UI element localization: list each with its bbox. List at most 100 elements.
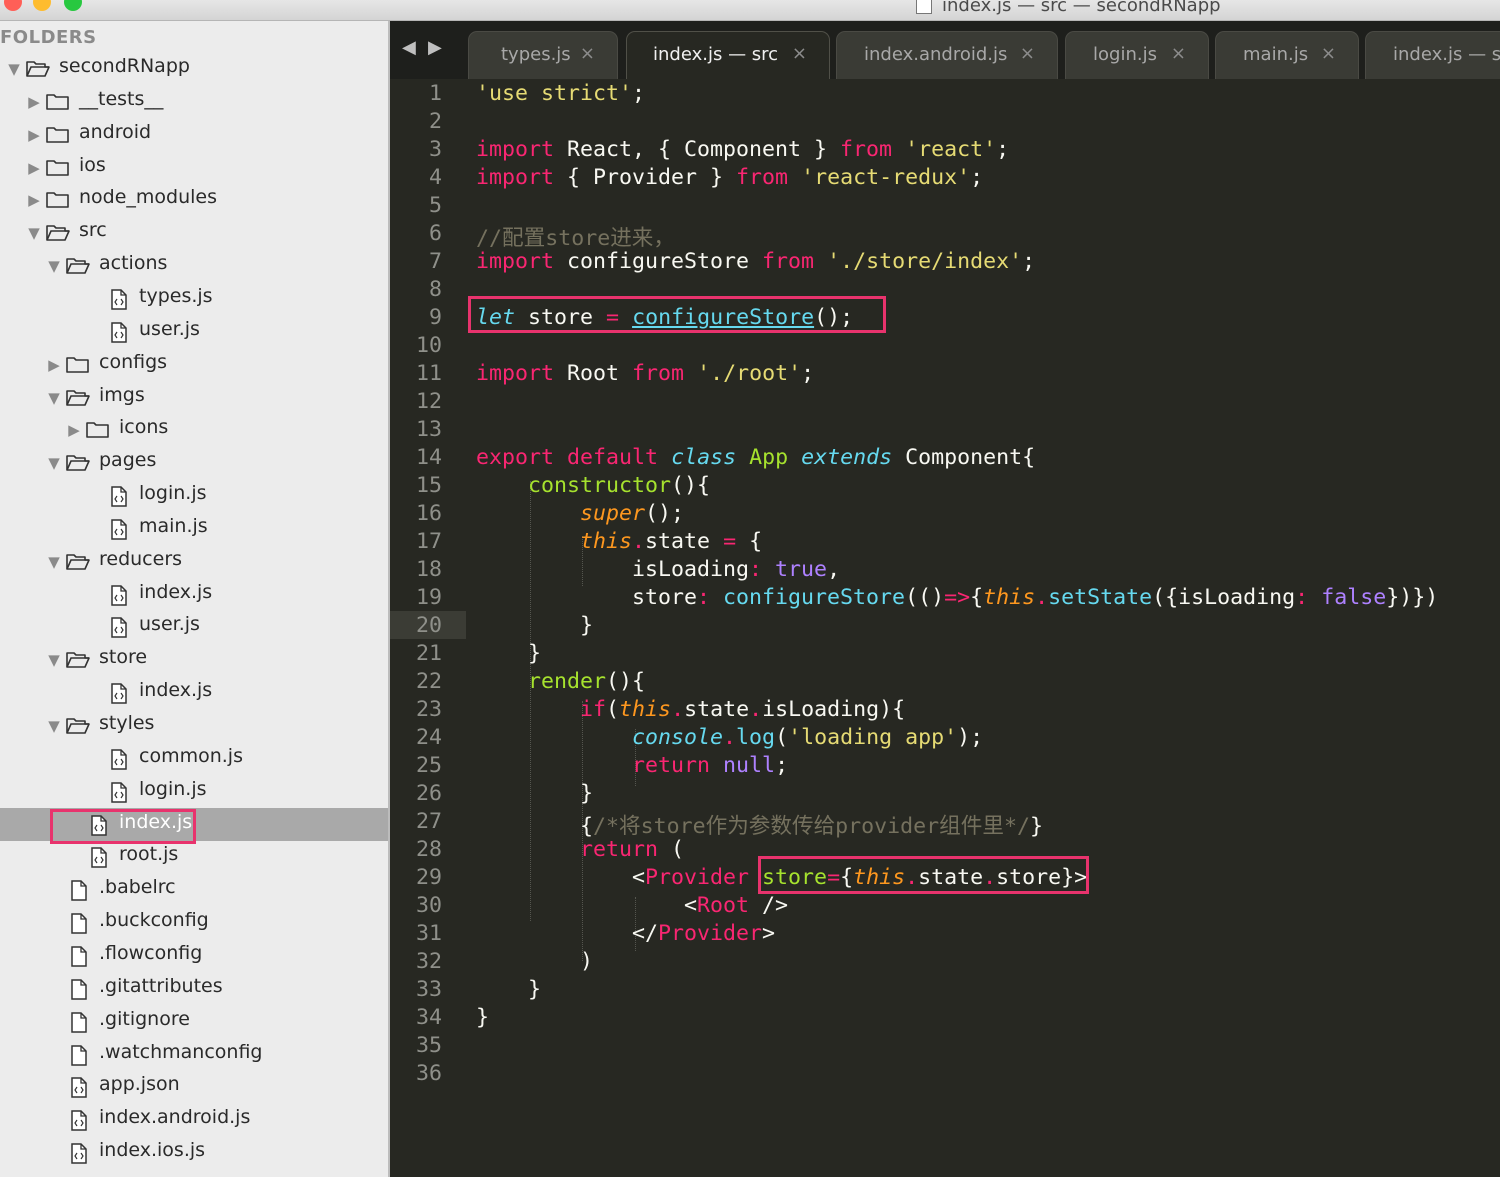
- close-window-button[interactable]: [4, 0, 22, 11]
- tree-file-row[interactable]: common.js: [0, 742, 388, 775]
- tree-folder-row[interactable]: ▼ imgs: [0, 381, 388, 414]
- tree-folder-row[interactable]: ▶ configs: [0, 348, 388, 381]
- code-token: ;: [632, 81, 659, 106]
- tab[interactable]: index.android.js ×: [836, 31, 1058, 79]
- tree-folder-row[interactable]: ▼ actions: [0, 249, 388, 282]
- tab-close-icon[interactable]: ×: [1321, 43, 1336, 64]
- code-file-icon: [111, 289, 127, 310]
- disclosure-closed-icon[interactable]: ▶: [26, 93, 42, 111]
- code-line[interactable]: 'use strict';: [476, 81, 658, 106]
- tree-file-row[interactable]: user.js: [0, 610, 388, 643]
- code-line[interactable]: return (: [476, 837, 684, 862]
- code-line[interactable]: this.state = {: [476, 529, 762, 554]
- zoom-window-button[interactable]: [64, 0, 82, 11]
- tree-folder-row[interactable]: ▼ store: [0, 643, 388, 676]
- tree-file-row[interactable]: .flowconfig: [0, 939, 388, 972]
- tab[interactable]: login.js ×: [1065, 31, 1209, 79]
- tree-file-row[interactable]: root.js: [0, 840, 388, 873]
- tree-file-row[interactable]: index.ios.js: [0, 1136, 388, 1169]
- tab-close-icon[interactable]: ×: [1020, 43, 1035, 64]
- code-line[interactable]: import React, { Component } from 'react'…: [476, 137, 1009, 162]
- tree-file-row[interactable]: user.js: [0, 315, 388, 348]
- disclosure-open-icon[interactable]: ▼: [26, 224, 42, 242]
- disclosure-closed-icon[interactable]: ▶: [26, 191, 42, 209]
- line-number: 25: [415, 753, 442, 778]
- tree-folder-row[interactable]: ▶ android: [0, 118, 388, 151]
- tree-file-row[interactable]: app.json: [0, 1070, 388, 1103]
- tree-file-row[interactable]: login.js: [0, 775, 388, 808]
- disclosure-closed-icon[interactable]: ▶: [46, 356, 62, 374]
- disclosure-open-icon[interactable]: ▼: [6, 60, 22, 78]
- disclosure-open-icon[interactable]: ▼: [46, 553, 62, 571]
- disclosure-open-icon[interactable]: ▼: [46, 717, 62, 735]
- tab-close-icon[interactable]: ×: [580, 43, 595, 64]
- code-line[interactable]: render(){: [476, 669, 645, 694]
- code-line[interactable]: <Root />: [476, 893, 788, 918]
- code-line[interactable]: import { Provider } from 'react-redux';: [476, 165, 983, 190]
- disclosure-closed-icon[interactable]: ▶: [66, 421, 82, 439]
- tab-forward-arrow-icon[interactable]: ▶: [428, 37, 442, 58]
- tree-file-row[interactable]: .gitignore: [0, 1005, 388, 1038]
- tree-folder-row[interactable]: ▼ styles: [0, 709, 388, 742]
- tree-file-row[interactable]: index.android.js: [0, 1103, 388, 1136]
- tree-folder-row[interactable]: ▶ icons: [0, 413, 388, 446]
- tree-folder-row[interactable]: ▼ secondRNapp: [0, 52, 388, 85]
- tab[interactable]: main.js ×: [1215, 31, 1359, 79]
- tree-file-row[interactable]: index.js: [0, 578, 388, 611]
- code-line[interactable]: //配置store进来，: [476, 221, 675, 252]
- code-line[interactable]: import configureStore from './store/inde…: [476, 249, 1035, 274]
- tree-file-row[interactable]: types.js: [0, 282, 388, 315]
- code-line[interactable]: store: configureStore(()=>{this.setState…: [476, 585, 1438, 610]
- code-line[interactable]: return null;: [476, 753, 788, 778]
- tree-file-row[interactable]: .watchmanconfig: [0, 1038, 388, 1071]
- code-line[interactable]: </Provider>: [476, 921, 775, 946]
- code-line[interactable]: ): [476, 949, 593, 974]
- code-line[interactable]: }: [476, 781, 593, 806]
- tree-folder-row[interactable]: ▼ pages: [0, 446, 388, 479]
- minimize-window-button[interactable]: [33, 0, 51, 11]
- code-line[interactable]: }: [476, 641, 541, 666]
- code-line[interactable]: if(this.state.isLoading){: [476, 697, 905, 722]
- code-line[interactable]: constructor(){: [476, 473, 710, 498]
- code-line[interactable]: export default class App extends Compone…: [476, 445, 1035, 470]
- tree-folder-row[interactable]: ▶ ios: [0, 151, 388, 184]
- tree-folder-row[interactable]: ▼ reducers: [0, 545, 388, 578]
- tree-folder-row[interactable]: ▼ src: [0, 216, 388, 249]
- code-line[interactable]: }: [476, 1005, 489, 1030]
- tab-back-arrow-icon[interactable]: ◀: [402, 37, 416, 58]
- code-line[interactable]: super();: [476, 501, 684, 526]
- tab-close-icon[interactable]: ×: [1171, 43, 1186, 64]
- disclosure-open-icon[interactable]: ▼: [46, 651, 62, 669]
- code-line[interactable]: }: [476, 977, 541, 1002]
- tab[interactable]: index.js — src ×: [626, 31, 830, 79]
- code-line[interactable]: import Root from './root';: [476, 361, 814, 386]
- code-editor[interactable]: ◀ ▶ types.js × index.js — src × index.androi…: [390, 21, 1500, 1177]
- tree-label: .buckconfig: [99, 909, 209, 932]
- tree-file-row[interactable]: .buckconfig: [0, 906, 388, 939]
- code-line[interactable]: isLoading: true,: [476, 557, 840, 582]
- code-line[interactable]: console.log('loading app');: [476, 725, 983, 750]
- tree-file-row[interactable]: main.js: [0, 512, 388, 545]
- disclosure-open-icon[interactable]: ▼: [46, 454, 62, 472]
- disclosure-open-icon[interactable]: ▼: [46, 389, 62, 407]
- disclosure-closed-icon[interactable]: ▶: [26, 126, 42, 144]
- disclosure-closed-icon[interactable]: ▶: [26, 159, 42, 177]
- tab-close-icon[interactable]: ×: [792, 43, 807, 64]
- tree-file-row[interactable]: .gitattributes: [0, 972, 388, 1005]
- code-token: ();: [645, 501, 685, 526]
- tab[interactable]: index.js — s: [1365, 31, 1500, 79]
- tab[interactable]: types.js ×: [468, 31, 618, 79]
- code-file-icon: [111, 683, 127, 704]
- tree-label: common.js: [139, 744, 243, 767]
- tree-folder-row[interactable]: ▶ __tests__: [0, 85, 388, 118]
- tree-folder-row[interactable]: ▶ node_modules: [0, 183, 388, 216]
- tree-file-row[interactable]: .babelrc: [0, 873, 388, 906]
- code-token: .: [632, 529, 646, 554]
- tree-file-row[interactable]: index.js: [0, 676, 388, 709]
- code-line[interactable]: {/*将store作为参数传给provider组件里*/}: [476, 809, 1043, 840]
- code-line[interactable]: }: [476, 613, 593, 638]
- tree-file-row[interactable]: login.js: [0, 479, 388, 512]
- disclosure-open-icon[interactable]: ▼: [46, 257, 62, 275]
